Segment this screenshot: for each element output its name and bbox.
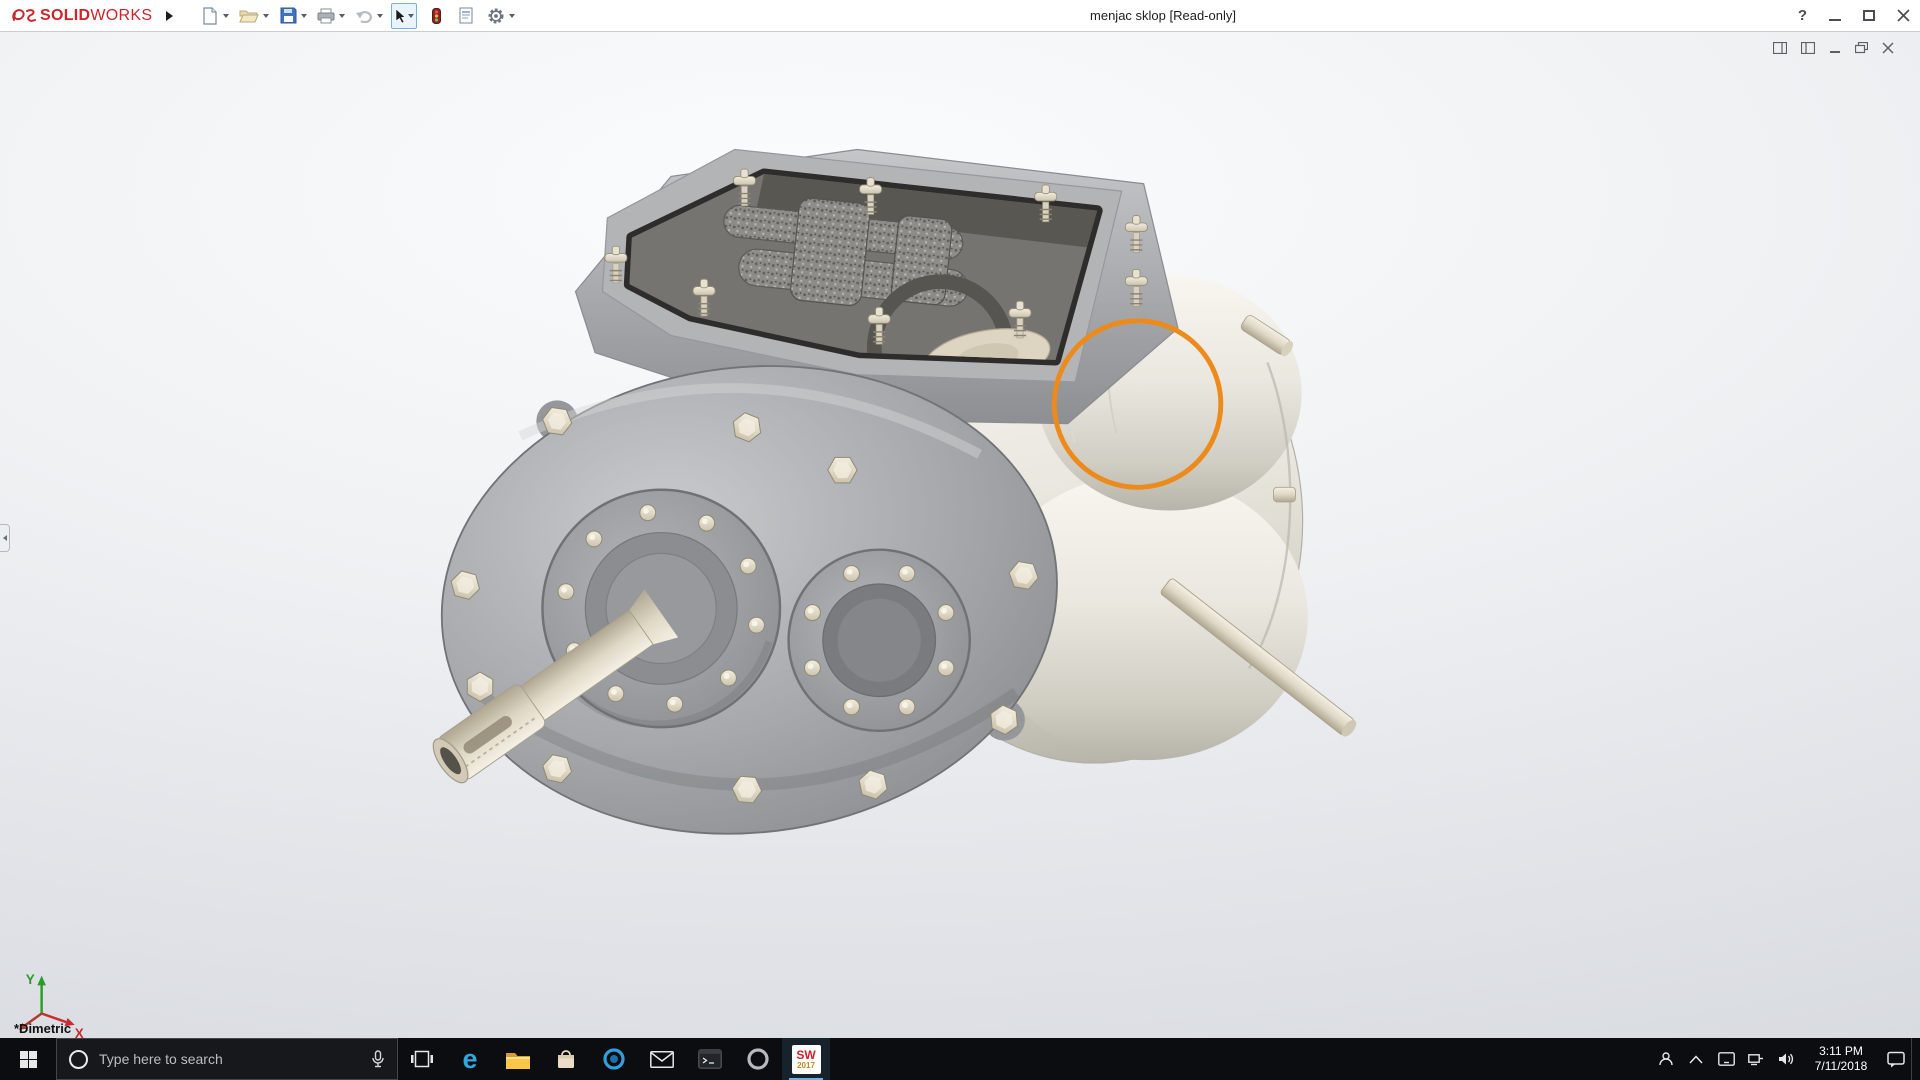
save-button[interactable] [277,3,299,29]
menu-expand-arrow[interactable] [166,10,174,21]
new-dropdown-caret[interactable] [223,13,230,18]
tablet-icon [1717,1052,1735,1066]
gearbox-model-canvas[interactable]: Y X [0,32,1920,1038]
save-floppy-icon [280,7,297,24]
taskbar-search[interactable] [56,1038,398,1080]
cortana-icon[interactable] [69,1049,88,1069]
close-button[interactable] [1897,9,1910,22]
print-icon [317,8,335,23]
open-folder-icon [239,10,260,22]
ds-swirl-icon [12,8,36,22]
store-button[interactable] [542,1038,590,1080]
print-button[interactable] [315,3,337,29]
task-view-button[interactable] [398,1038,446,1080]
new-document-icon [203,6,217,25]
solidworks-logo: SOLIDWORKS [0,6,152,26]
blue-ring-icon [603,1048,625,1070]
triad-y-label: Y [26,972,35,987]
task-view-icon [411,1050,433,1068]
rebuild-traffic-light-icon [431,7,441,24]
gray-ring-icon [747,1048,769,1070]
system-tray: 3:11 PM 7/11/2018 [1651,1038,1920,1080]
restore-doc-button[interactable] [1855,42,1868,54]
tablet-mode-button[interactable] [1711,1038,1741,1080]
document-title: menjac sklop [Read-only] [1090,8,1236,23]
rebuild-button[interactable] [425,3,447,29]
view-orientation-label: *Dimetric [14,1021,72,1036]
maximize-button[interactable] [1863,10,1875,21]
select-cursor-icon [396,7,407,23]
action-center-icon [1887,1051,1905,1067]
pane-left-button[interactable] [1773,42,1787,54]
file-explorer-button[interactable] [494,1038,542,1080]
clock-time: 3:11 PM [1819,1044,1863,1058]
people-button[interactable] [1651,1038,1681,1080]
graphics-area: Y X *Dimetric [0,32,1920,1038]
options-dropdown-caret[interactable] [509,13,516,18]
shopping-bag-icon [558,1050,574,1068]
undo-icon [356,10,373,23]
gray-ring-app-button[interactable] [734,1038,782,1080]
show-desktop-button[interactable] [1911,1038,1920,1080]
open-button[interactable] [237,3,261,29]
solidworks-2017-icon: SW 2017 [791,1044,821,1074]
network-button[interactable] [1741,1038,1771,1080]
triad-x-label: X [75,1026,84,1038]
select-tool-button[interactable] [391,2,418,29]
microphone-icon[interactable] [371,1050,385,1068]
edge-icon: e [462,1043,478,1074]
edge-browser-button[interactable]: e [446,1038,494,1080]
new-document-button[interactable] [199,3,221,29]
minimize-button[interactable] [1829,18,1841,21]
terminal-button[interactable] [686,1038,734,1080]
windows-logo-icon [19,1050,37,1068]
mail-icon [650,1050,674,1068]
window-controls: ? [1798,0,1910,31]
volume-button[interactable] [1771,1038,1801,1080]
clock-date: 7/11/2018 [1814,1059,1868,1073]
save-dropdown-caret[interactable] [301,13,308,18]
windows-taskbar: e [0,1038,1920,1080]
secondary-flange [787,548,972,733]
network-icon [1748,1054,1763,1066]
undo-dropdown-caret[interactable] [377,13,384,18]
document-window-controls [1773,42,1894,54]
print-dropdown-caret[interactable] [339,13,346,18]
mail-button[interactable] [638,1038,686,1080]
collapsed-panel-tab[interactable] [0,524,10,552]
solidworks-app-window: SOLIDWORKS menjac sklop [Read-only] ? Y … [0,0,1920,1080]
titlebar: SOLIDWORKS menjac sklop [Read-only] ? [0,0,1920,32]
quick-toolbar [199,2,520,29]
rear-boss-stub [1273,486,1296,503]
solidworks-2017-button[interactable]: SW 2017 [782,1038,830,1080]
options-button[interactable] [485,3,507,29]
tray-overflow-button[interactable] [1681,1038,1711,1080]
undo-button[interactable] [353,3,375,29]
file-properties-icon [459,7,473,24]
file-explorer-icon [506,1052,530,1069]
speaker-icon [1779,1053,1794,1065]
terminal-icon [698,1049,722,1069]
brand-text: SOLIDWORKS [40,6,153,24]
options-gear-icon [488,8,504,23]
blue-ring-app-button[interactable] [590,1038,638,1080]
open-dropdown-caret[interactable] [263,13,270,18]
start-button[interactable] [0,1038,56,1080]
file-properties-button[interactable] [455,3,477,29]
people-icon [1659,1052,1673,1066]
action-center-button[interactable] [1881,1038,1911,1080]
close-doc-button[interactable] [1882,42,1894,54]
help-button[interactable]: ? [1798,7,1807,24]
taskbar-search-input[interactable] [99,1051,360,1067]
select-dropdown-caret[interactable] [408,13,415,18]
pane-right-button[interactable] [1801,42,1815,54]
minimize-doc-button[interactable] [1829,42,1841,54]
chevron-up-icon [1689,1054,1703,1064]
taskbar-clock[interactable]: 3:11 PM 7/11/2018 [1801,1038,1881,1080]
